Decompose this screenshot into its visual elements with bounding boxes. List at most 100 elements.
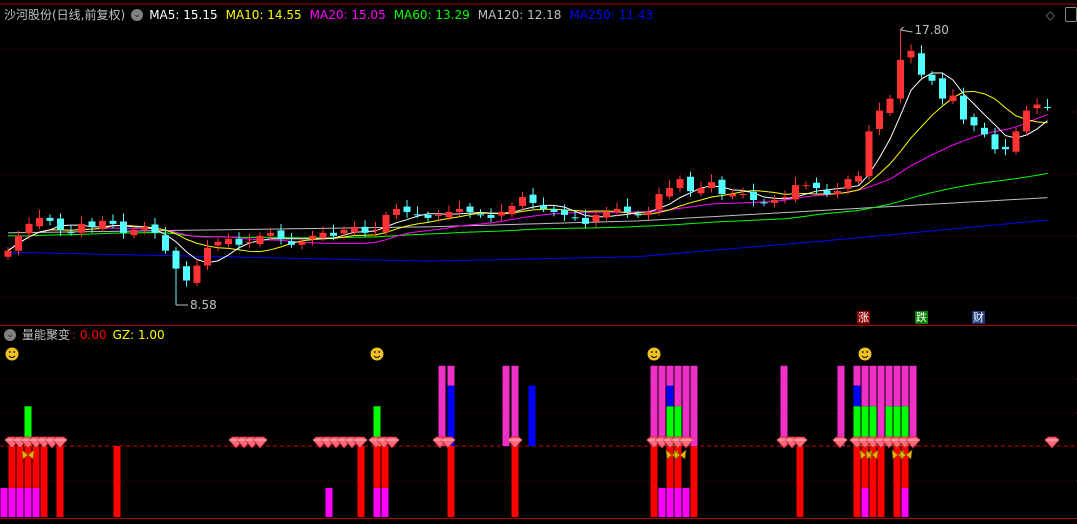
indicator-bar-segment: [666, 365, 674, 386]
ma60-line: [7, 172, 1048, 239]
candle: [1044, 98, 1051, 111]
chevron-down-icon[interactable]: ⌄: [131, 8, 144, 21]
indicator-column: [780, 365, 788, 446]
candle: [739, 187, 747, 199]
candle: [760, 198, 768, 206]
indicator-bar-segment: [861, 487, 869, 517]
indicator-bar-segment: [32, 487, 40, 517]
tag-rise[interactable]: 涨: [857, 311, 870, 324]
candle: [771, 194, 778, 208]
chevron-down-icon[interactable]: ⌄: [4, 328, 16, 341]
indicator-bar-segment: [690, 446, 698, 517]
diamond-icon: [792, 436, 808, 449]
candle: [970, 113, 978, 132]
indicator-bar-segment: [650, 446, 658, 517]
candle: [886, 95, 894, 116]
candle: [46, 214, 54, 226]
indicator-bar-segment: [373, 446, 381, 488]
indicator-column: [325, 487, 333, 517]
indicator-bar-segment: [666, 487, 674, 517]
smiley-icon: [647, 347, 661, 361]
candle: [214, 238, 222, 252]
indicator-column: [381, 446, 389, 517]
indicator-column: [438, 365, 446, 446]
indicator-bar-segment: [381, 446, 389, 488]
candle: [120, 213, 127, 239]
candle: [1033, 98, 1041, 115]
candle: [382, 211, 390, 236]
indicator-bar-segment: [909, 365, 917, 446]
candle: [508, 202, 516, 218]
candle: [393, 203, 400, 220]
smiley-icon: [5, 347, 19, 361]
indicator-bar-segment: [796, 446, 804, 517]
indicator-bar-segment: [511, 446, 519, 517]
indicator-bar-segment: [682, 487, 690, 517]
tag-fall[interactable]: 跌: [915, 311, 928, 324]
ma-legend-item: MA60: 13.29: [393, 7, 470, 22]
ma-legend: MA5: 15.15 MA10: 14.55 MA20: 15.05 MA60: 13…: [149, 8, 653, 22]
indicator-column: [8, 446, 16, 517]
indicator-bar-segment: [447, 365, 455, 386]
candle: [36, 209, 43, 230]
indicator-column: [909, 365, 917, 446]
candle: [592, 211, 600, 228]
indicator-bar-segment: [357, 446, 365, 517]
candle: [697, 181, 705, 197]
candle: [802, 181, 810, 190]
panel-toggle-icon[interactable]: [1065, 7, 1077, 22]
candle: [1002, 138, 1009, 156]
candle: [949, 89, 957, 104]
indicator-column: [24, 406, 32, 517]
candle: [193, 259, 201, 286]
low-price-label: 8.58: [190, 298, 217, 312]
candle: [918, 45, 925, 78]
indicator-bar-segment: [853, 365, 861, 386]
indicator-bar-segment: [511, 365, 519, 446]
candle: [487, 208, 495, 223]
indicator-bar-segment: [438, 365, 446, 446]
indicator-column: [837, 365, 845, 446]
indicator-bar-segment: [674, 365, 682, 407]
candle: [781, 190, 789, 204]
candle: [414, 206, 421, 218]
candle: [718, 176, 726, 201]
candle: [939, 73, 946, 105]
candle: [246, 233, 253, 249]
indicator-bar-segment: [901, 406, 909, 437]
candle: [424, 211, 432, 223]
indicator-bar-segment: [853, 446, 861, 517]
indicator-column: [113, 446, 121, 517]
indicator-bar-segment: [373, 487, 381, 517]
indicator-column: [528, 385, 536, 446]
candle: [834, 183, 841, 199]
smiley-icon: [370, 347, 384, 361]
indicator-value: : 0.00: [72, 327, 107, 342]
indicator-bar-segment: [901, 487, 909, 517]
candle: [519, 191, 526, 211]
indicator-bar-segment: [674, 406, 682, 437]
indicator-bar-segment: [56, 446, 64, 517]
candle: [15, 230, 22, 256]
candle: [1012, 127, 1020, 155]
candle: [676, 175, 684, 193]
candle: [256, 232, 264, 248]
diamond-icon[interactable]: ◇: [1046, 8, 1055, 22]
indicator-column: [885, 365, 893, 446]
indicator-column: [0, 487, 8, 517]
indicator-bar-segment: [666, 385, 674, 407]
candle: [603, 206, 610, 221]
indicator-bar-segment: [8, 446, 16, 488]
tag-finance[interactable]: 财: [972, 311, 985, 324]
ma-legend-item: MA5: 15.15: [149, 7, 218, 22]
high-price-label: 17.80: [915, 23, 949, 37]
indicator-bar-segment: [682, 365, 690, 446]
indicator-bar-segment: [893, 365, 901, 407]
ma-legend-item: MA250: 11.43: [569, 7, 654, 22]
indicator-bar-segment: [16, 487, 24, 517]
candle: [529, 188, 537, 209]
indicator-bar-segment: [837, 365, 845, 446]
stock-name: 沙河股份(日线,前复权): [4, 8, 126, 22]
indicator-column: [56, 446, 64, 517]
ma-legend-item: MA20: 15.05: [309, 7, 386, 22]
